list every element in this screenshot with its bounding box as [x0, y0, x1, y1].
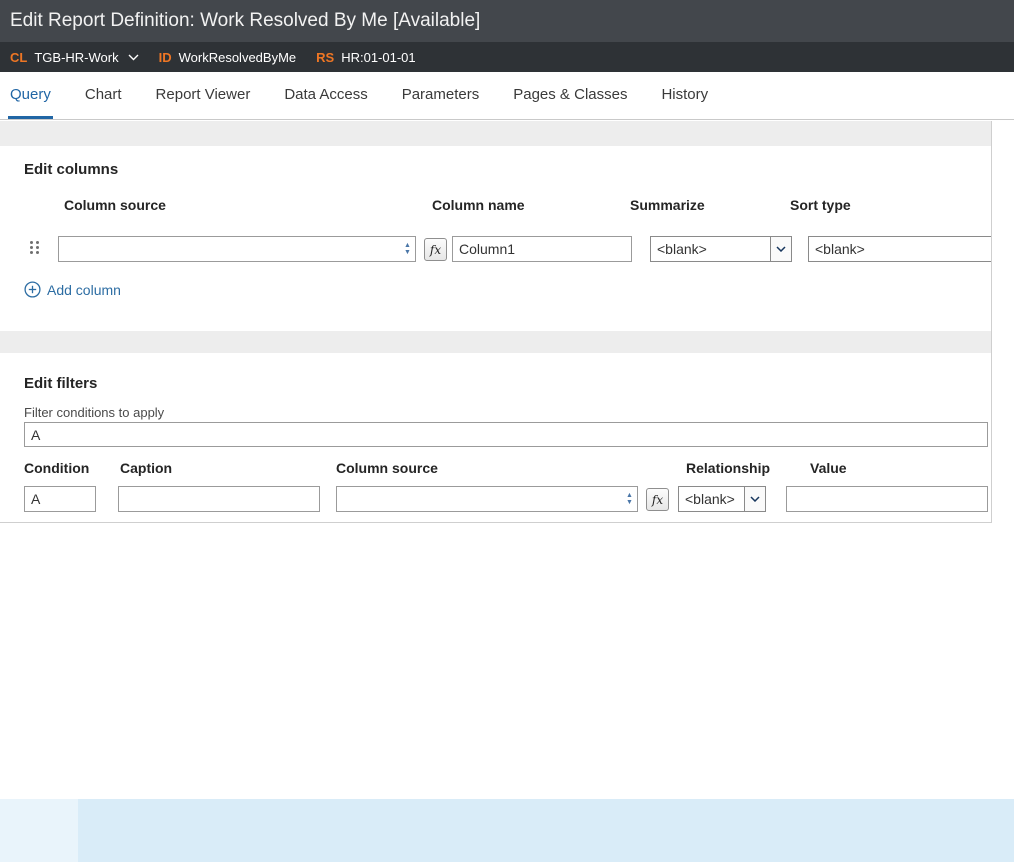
- footer-left-segment: [0, 799, 78, 862]
- ruleset-key-label: RS: [316, 49, 335, 65]
- dropdown-arrow-icon[interactable]: [770, 237, 791, 261]
- summarize-header: Summarize: [630, 197, 705, 213]
- column-name-header: Column name: [432, 197, 525, 213]
- summarize-selected-value: <blank>: [657, 241, 707, 257]
- column-name-input[interactable]: [452, 236, 632, 262]
- relationship-selected-value: <blank>: [685, 491, 735, 507]
- filter-fx-button[interactable]: fx: [646, 488, 669, 511]
- edit-columns-heading: Edit columns: [24, 161, 119, 178]
- section-divider: [0, 331, 991, 353]
- tab-data-access[interactable]: Data Access: [282, 72, 369, 119]
- ruleset-group: RS HR:01-01-01: [316, 50, 416, 65]
- caption-header: Caption: [120, 460, 173, 476]
- id-key-label: ID: [158, 49, 172, 65]
- tab-parameters[interactable]: Parameters: [400, 72, 482, 119]
- tab-pages-classes[interactable]: Pages & Classes: [511, 72, 629, 119]
- fx-icon: fx: [651, 492, 664, 507]
- tab-query[interactable]: Query: [8, 72, 53, 119]
- stepper-down-icon[interactable]: ▼: [404, 249, 411, 256]
- class-key-label: CL: [10, 49, 28, 65]
- id-value: WorkResolvedByMe: [178, 49, 297, 65]
- stepper-icon[interactable]: ▲ ▼: [400, 237, 415, 261]
- filter-column-source-header: Column source: [336, 460, 438, 476]
- page-title: Edit Report Definition: Work Resolved By…: [10, 10, 481, 31]
- filter-column-source-field: ▲ ▼: [336, 486, 638, 512]
- caption-input[interactable]: [118, 486, 320, 512]
- relationship-header: Relationship: [686, 460, 771, 476]
- add-column-label: Add column: [47, 281, 121, 298]
- tab-chart[interactable]: Chart: [83, 72, 124, 119]
- stepper-up-icon[interactable]: ▲: [404, 242, 411, 249]
- filter-conditions-label: Filter conditions to apply: [24, 405, 165, 420]
- tab-bar: Query Chart Report Viewer Data Access Pa…: [0, 72, 1014, 120]
- column-source-field: ▲ ▼: [58, 236, 416, 262]
- section-divider: [0, 121, 991, 146]
- dropdown-arrow-icon[interactable]: [744, 487, 765, 511]
- tab-history[interactable]: History: [659, 72, 710, 119]
- edit-filters-heading: Edit filters: [24, 375, 98, 392]
- condition-input[interactable]: [24, 486, 96, 512]
- tab-report-viewer[interactable]: Report Viewer: [154, 72, 253, 119]
- column-source-input[interactable]: [59, 237, 400, 261]
- fx-icon: fx: [429, 242, 442, 257]
- class-dropdown[interactable]: CL TGB-HR-Work: [10, 50, 139, 65]
- chevron-down-icon[interactable]: [128, 54, 139, 61]
- plus-circle-icon: [24, 281, 41, 298]
- class-value: TGB-HR-Work: [34, 49, 119, 65]
- rule-id-group: ID WorkResolvedByMe: [159, 50, 297, 65]
- meta-bar: CL TGB-HR-Work ID WorkResolvedByMe RS HR…: [0, 42, 1014, 72]
- column-source-header: Column source: [64, 197, 166, 213]
- value-header: Value: [810, 460, 847, 476]
- drag-handle-icon[interactable]: [30, 241, 42, 257]
- stepper-up-icon[interactable]: ▲: [626, 492, 633, 499]
- stepper-down-icon[interactable]: ▼: [626, 499, 633, 506]
- add-column-button[interactable]: Add column: [24, 281, 121, 298]
- ruleset-value: HR:01-01-01: [341, 49, 416, 65]
- fx-button[interactable]: fx: [424, 238, 447, 261]
- sort-type-header: Sort type: [790, 197, 851, 213]
- condition-header: Condition: [24, 460, 90, 476]
- summarize-select[interactable]: <blank>: [650, 236, 792, 262]
- relationship-select[interactable]: <blank>: [678, 486, 766, 512]
- value-input[interactable]: [786, 486, 988, 512]
- title-bar: Edit Report Definition: Work Resolved By…: [0, 0, 1014, 42]
- filter-conditions-input[interactable]: [24, 422, 988, 447]
- sort-type-selected-value: <blank>: [815, 241, 865, 257]
- filter-column-source-input[interactable]: [337, 487, 622, 511]
- content-panel: Edit columns Column source Column name S…: [0, 121, 992, 523]
- sort-type-select[interactable]: <blank>: [808, 236, 991, 262]
- stepper-icon[interactable]: ▲ ▼: [622, 487, 637, 511]
- footer-bar: [0, 799, 1014, 862]
